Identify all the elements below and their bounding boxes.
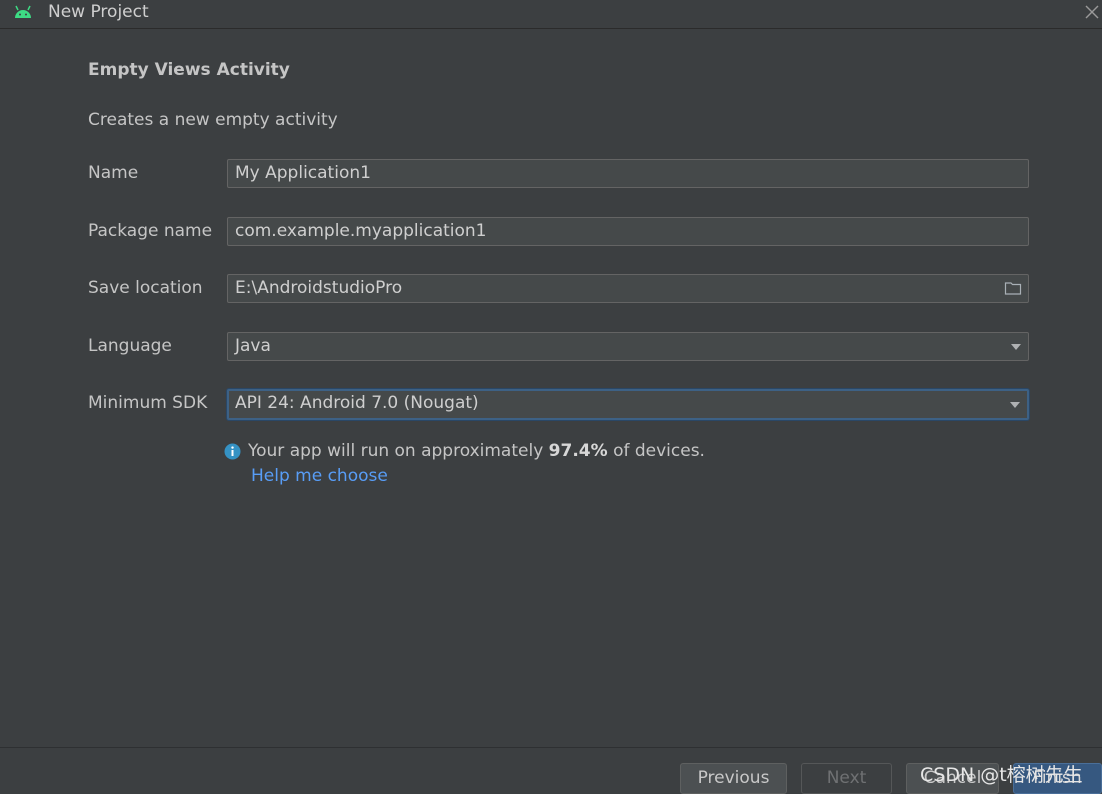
device-coverage-text: Your app will run on approximately 97.4%… (248, 441, 705, 461)
info-icon (224, 443, 241, 460)
footer-divider (0, 747, 1102, 748)
save-location-label: Save location (88, 278, 203, 298)
name-field[interactable]: My Application1 (227, 159, 1029, 188)
coverage-percent: 97.4% (548, 441, 608, 461)
previous-button[interactable]: Previous (680, 763, 787, 794)
template-heading: Empty Views Activity (88, 60, 290, 80)
minimum-sdk-value: API 24: Android 7.0 (Nougat) (235, 393, 479, 413)
chevron-down-icon (1010, 402, 1020, 408)
android-icon (15, 5, 31, 18)
window-title: New Project (48, 2, 149, 22)
help-me-choose-link[interactable]: Help me choose (251, 466, 388, 486)
close-icon[interactable] (1083, 3, 1101, 21)
package-name-field[interactable]: com.example.myapplication1 (227, 217, 1029, 246)
title-bar: New Project (0, 0, 1102, 29)
template-description: Creates a new empty activity (88, 110, 338, 130)
minimum-sdk-dropdown[interactable]: API 24: Android 7.0 (Nougat) (227, 389, 1029, 420)
package-name-value: com.example.myapplication1 (235, 221, 487, 241)
language-label: Language (88, 336, 172, 356)
name-value: My Application1 (235, 163, 371, 183)
name-label: Name (88, 163, 139, 183)
finish-button[interactable]: Finish (1013, 763, 1102, 794)
folder-icon[interactable] (1004, 280, 1022, 296)
package-name-label: Package name (88, 221, 213, 241)
chevron-down-icon (1011, 344, 1021, 350)
language-dropdown[interactable]: Java (227, 332, 1029, 361)
next-button[interactable]: Next (801, 763, 892, 794)
save-location-field[interactable]: E:\AndroidstudioPro (227, 274, 1029, 303)
save-location-value: E:\AndroidstudioPro (235, 278, 403, 298)
language-value: Java (235, 336, 271, 356)
minimum-sdk-label: Minimum SDK (88, 393, 208, 413)
cancel-button[interactable]: Cancel (906, 763, 999, 794)
